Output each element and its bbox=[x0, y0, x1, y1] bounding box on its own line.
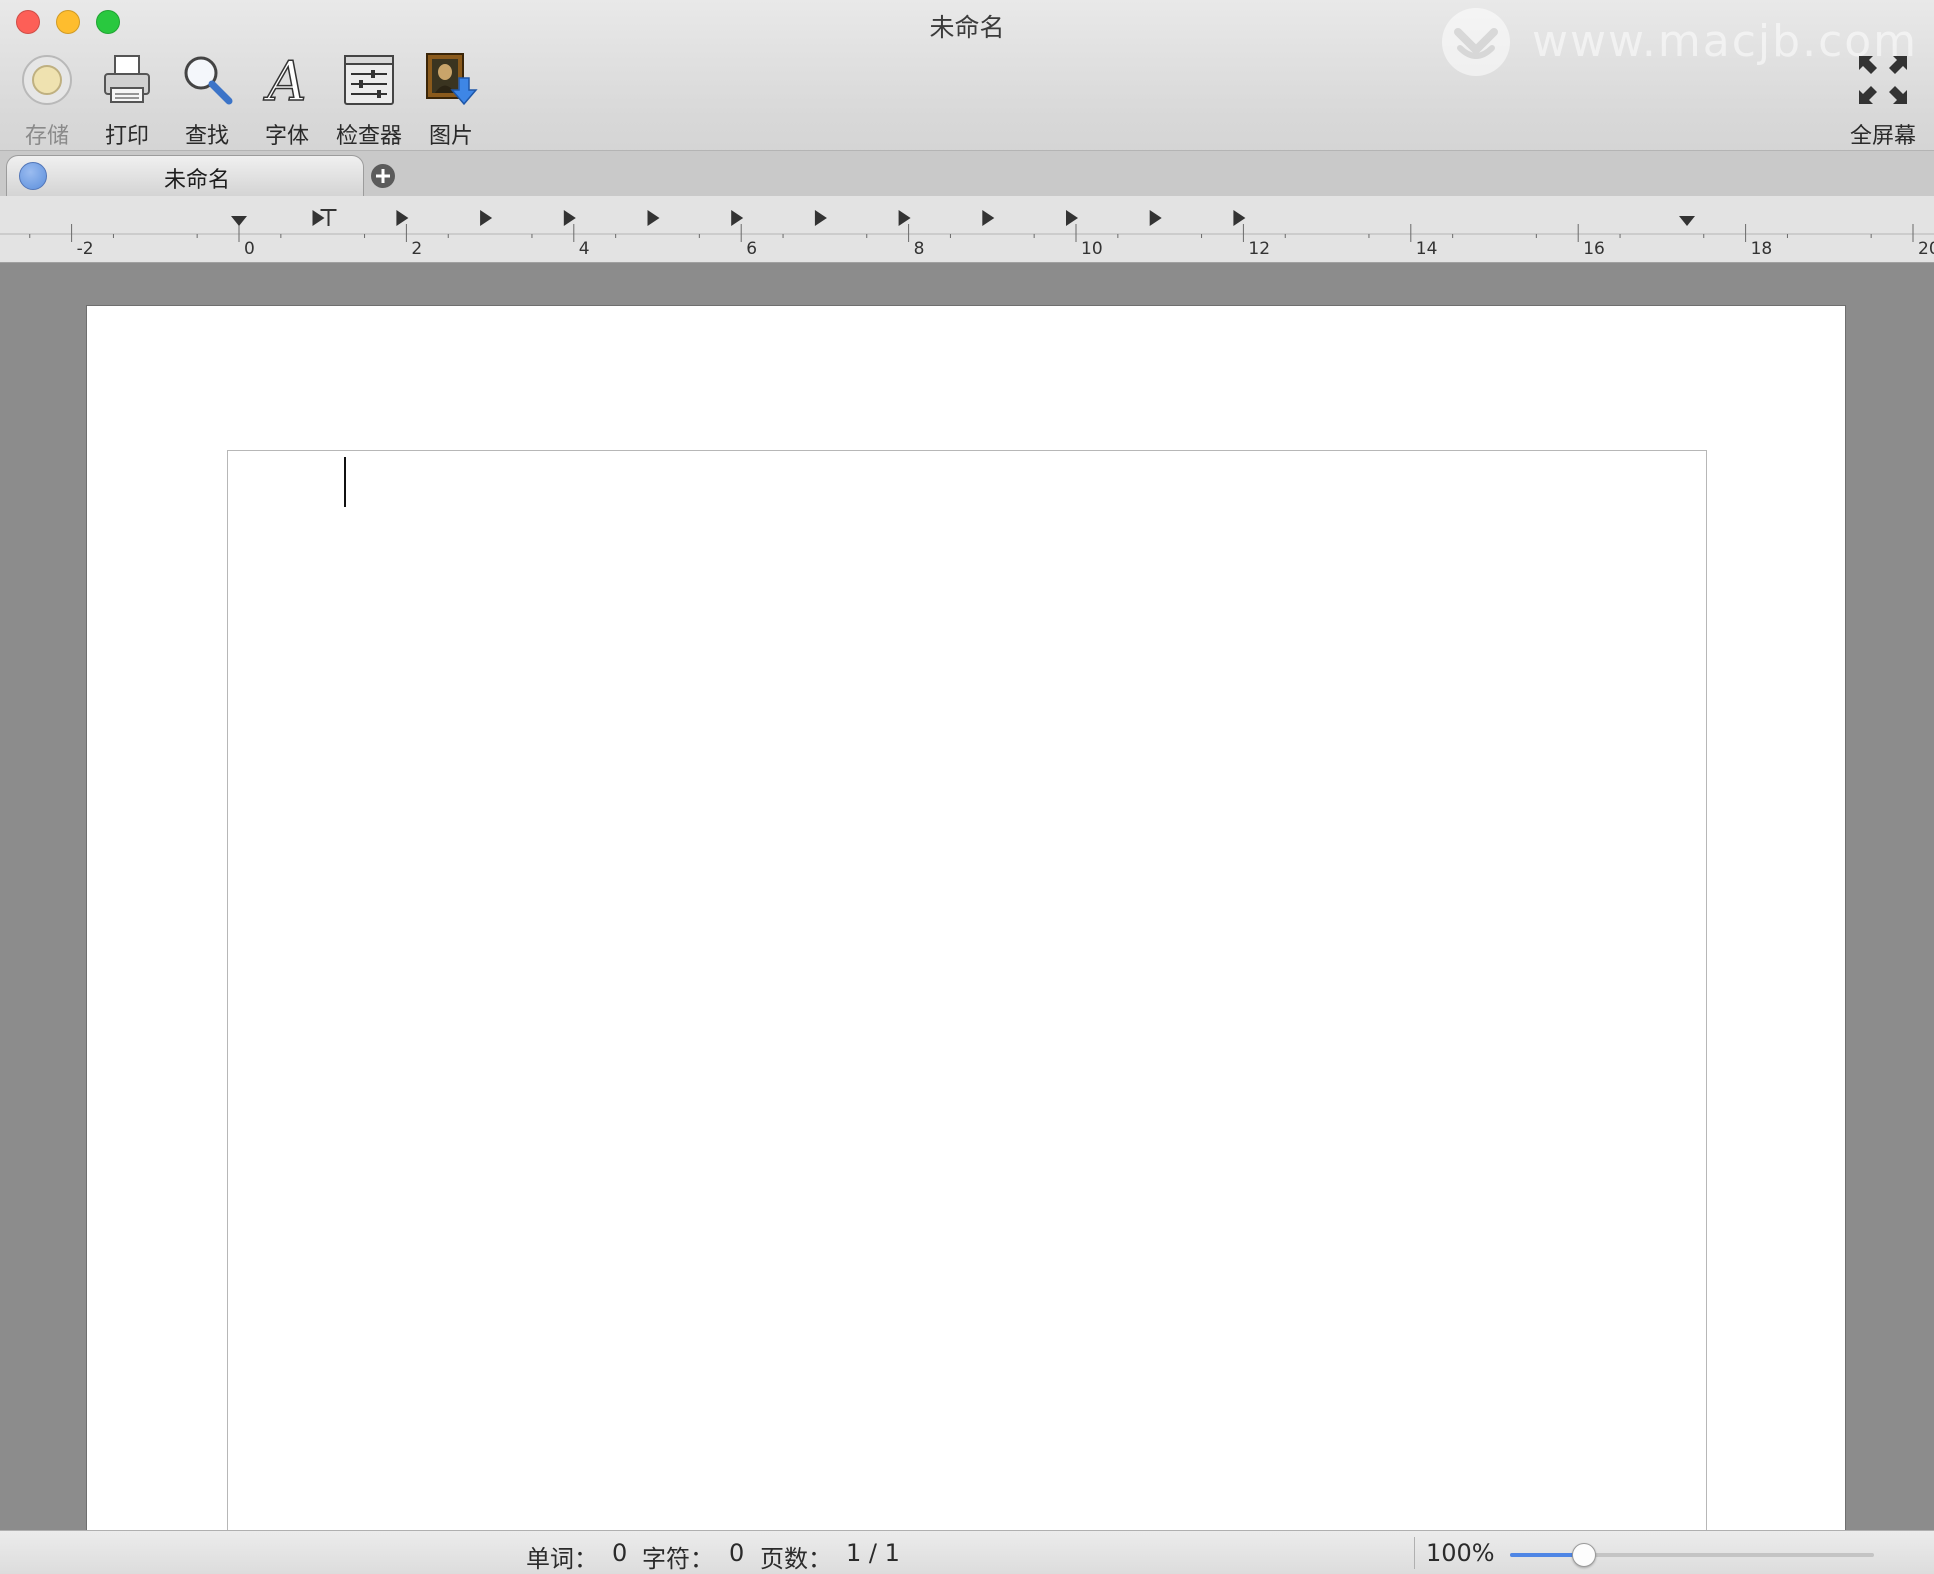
ruler-label: 6 bbox=[746, 239, 757, 259]
tab-stop-marker[interactable] bbox=[563, 210, 576, 226]
image-label: 图片 bbox=[428, 124, 473, 149]
app-window: 未命名 www.macjb.com 存储 打印 查找 A 字体 检查器 图片 全… bbox=[0, 0, 1934, 1574]
document-status-icon bbox=[19, 162, 47, 190]
ruler-label: 10 bbox=[1081, 239, 1103, 259]
zoom-level: 100% bbox=[1426, 1539, 1495, 1567]
tab-stop-marker[interactable] bbox=[982, 210, 995, 226]
inspector-sliders-icon bbox=[344, 55, 394, 105]
add-tab-icon[interactable] bbox=[370, 163, 396, 189]
print-label: 打印 bbox=[104, 124, 149, 149]
fonts-button[interactable]: A 字体 bbox=[242, 52, 332, 149]
save-icon bbox=[22, 55, 72, 105]
fullscreen-arrows-icon bbox=[1859, 56, 1907, 104]
text-caret bbox=[344, 457, 346, 507]
right-margin-marker[interactable] bbox=[1679, 216, 1696, 226]
text-area[interactable] bbox=[227, 450, 1707, 1574]
first-line-indent-marker[interactable] bbox=[312, 210, 325, 226]
save-label: 存储 bbox=[24, 124, 69, 149]
word-count-label: 单词： bbox=[526, 1545, 598, 1573]
tab-stop-marker[interactable] bbox=[814, 210, 827, 226]
page-count-label: 页数： bbox=[760, 1545, 832, 1573]
tab-stop-marker[interactable] bbox=[480, 210, 493, 226]
zoom-slider[interactable] bbox=[1510, 1543, 1874, 1567]
find-label: 查找 bbox=[184, 124, 229, 149]
ruler[interactable]: -2 0 2 4 6 8 10 12 14 16 18 20 bbox=[0, 196, 1934, 263]
word-count-value: 0 bbox=[612, 1539, 628, 1567]
font-icon: A bbox=[262, 52, 308, 108]
fonts-label: 字体 bbox=[264, 124, 309, 149]
printer-icon bbox=[104, 55, 150, 103]
watermark-logo-icon bbox=[1442, 8, 1510, 76]
insert-image-button[interactable]: 图片 bbox=[406, 52, 496, 149]
ruler-label: 20 bbox=[1918, 239, 1934, 259]
tab-stop-marker[interactable] bbox=[647, 210, 660, 226]
tab-stop-marker[interactable] bbox=[731, 210, 744, 226]
inspector-button[interactable]: 检查器 bbox=[324, 52, 414, 149]
ruler-label: 18 bbox=[1751, 239, 1773, 259]
tab-document[interactable]: 未命名 bbox=[6, 155, 364, 196]
ruler-label: -2 bbox=[77, 239, 94, 259]
page-count-value: 1 / 1 bbox=[846, 1539, 900, 1567]
print-button[interactable]: 打印 bbox=[82, 52, 172, 149]
ruler-label: 8 bbox=[914, 239, 925, 259]
left-indent-marker[interactable] bbox=[231, 216, 247, 226]
tab-stop-marker[interactable] bbox=[898, 210, 911, 226]
status-bar: 单词： 0 字符： 0 页数： 1 / 1 100% bbox=[0, 1530, 1934, 1574]
ruler-label: 0 bbox=[244, 239, 255, 259]
ruler-label: 16 bbox=[1583, 239, 1605, 259]
ruler-label: 2 bbox=[411, 239, 422, 259]
status-divider bbox=[1414, 1537, 1415, 1569]
picture-icon bbox=[426, 53, 478, 106]
fullscreen-button[interactable]: 全屏幕 bbox=[1838, 52, 1928, 149]
ruler-label: 14 bbox=[1416, 239, 1438, 259]
document-page bbox=[87, 306, 1845, 1574]
svg-text:A: A bbox=[263, 52, 307, 108]
tab-label: 未命名 bbox=[163, 168, 230, 193]
ruler-label: 4 bbox=[579, 239, 590, 259]
char-count-label: 字符： bbox=[642, 1545, 714, 1573]
inspector-label: 检查器 bbox=[335, 124, 402, 149]
find-button[interactable]: 查找 bbox=[162, 52, 252, 149]
save-button[interactable]: 存储 bbox=[2, 52, 92, 149]
tab-bar: 未命名 bbox=[0, 150, 1934, 198]
tab-stop-marker[interactable] bbox=[1066, 210, 1078, 226]
ruler-scale: -2 0 2 4 6 8 10 12 14 16 18 20 bbox=[0, 209, 1934, 259]
tab-stop-marker[interactable] bbox=[396, 210, 409, 226]
char-count-value: 0 bbox=[729, 1539, 745, 1567]
fullscreen-label: 全屏幕 bbox=[1849, 124, 1916, 149]
magnifier-icon bbox=[184, 56, 233, 105]
tab-stop-marker[interactable] bbox=[1149, 210, 1162, 226]
ruler-label: 12 bbox=[1248, 239, 1270, 259]
zoom-slider-knob[interactable] bbox=[1571, 1543, 1596, 1567]
tab-stop-marker[interactable] bbox=[1233, 210, 1246, 226]
